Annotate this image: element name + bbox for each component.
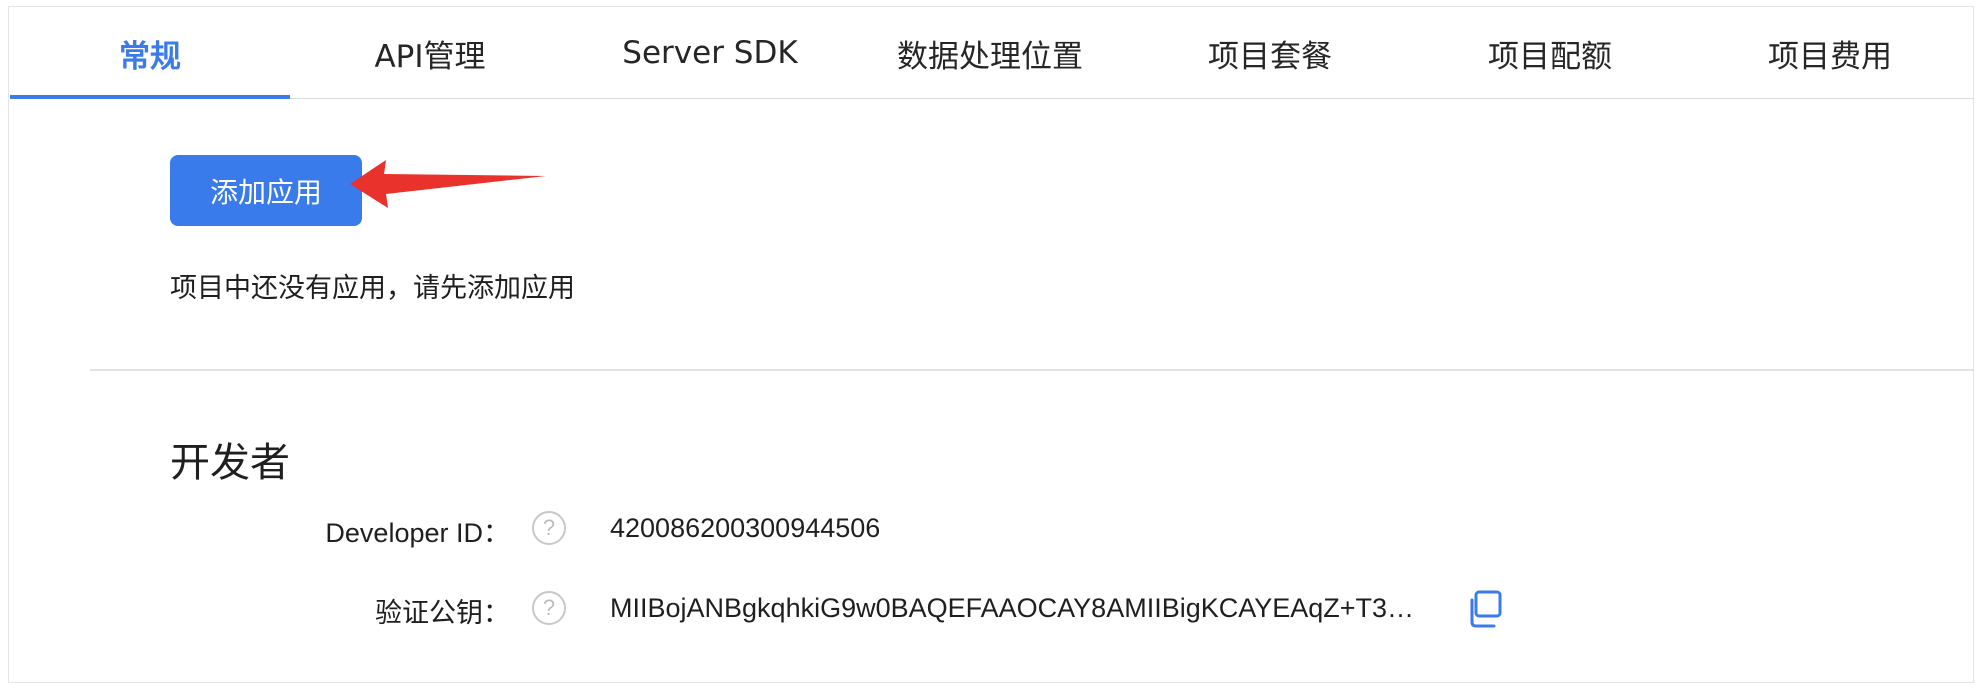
question-circle-icon[interactable]: ? — [532, 511, 566, 545]
tab-server-sdk[interactable]: Server SDK — [570, 8, 850, 98]
developer-id-label: Developer ID： — [325, 518, 510, 548]
public-key-value: MIIBojANBgkqhkiG9w0BAQEFAAOCAY8AMIIBigKC… — [610, 593, 1415, 623]
tab-project-plan[interactable]: 项目套餐 — [1130, 8, 1410, 98]
tab-api-management[interactable]: API管理 — [290, 8, 570, 98]
tab-bar: 常规 API管理 Server SDK 数据处理位置 项目套餐 项目配额 项目费… — [10, 8, 1974, 99]
page-frame — [8, 6, 1974, 683]
public-key-label: 验证公钥： — [375, 598, 510, 628]
empty-apps-message: 项目中还没有应用，请先添加应用 — [170, 273, 575, 304]
tab-project-quota[interactable]: 项目配额 — [1410, 8, 1690, 98]
tab-project-cost[interactable]: 项目费用 — [1690, 8, 1970, 98]
section-divider — [90, 369, 1974, 371]
add-app-button[interactable]: 添加应用 — [170, 155, 362, 226]
question-circle-icon[interactable]: ? — [532, 591, 566, 625]
annotation-arrow-icon — [350, 160, 546, 208]
developer-section-title: 开发者 — [170, 440, 290, 486]
active-tab-indicator — [10, 95, 290, 99]
developer-id-value: 420086200300944506 — [610, 513, 881, 543]
tab-general[interactable]: 常规 — [10, 8, 290, 98]
copy-icon[interactable] — [1466, 590, 1504, 628]
tab-data-location[interactable]: 数据处理位置 — [850, 8, 1130, 98]
